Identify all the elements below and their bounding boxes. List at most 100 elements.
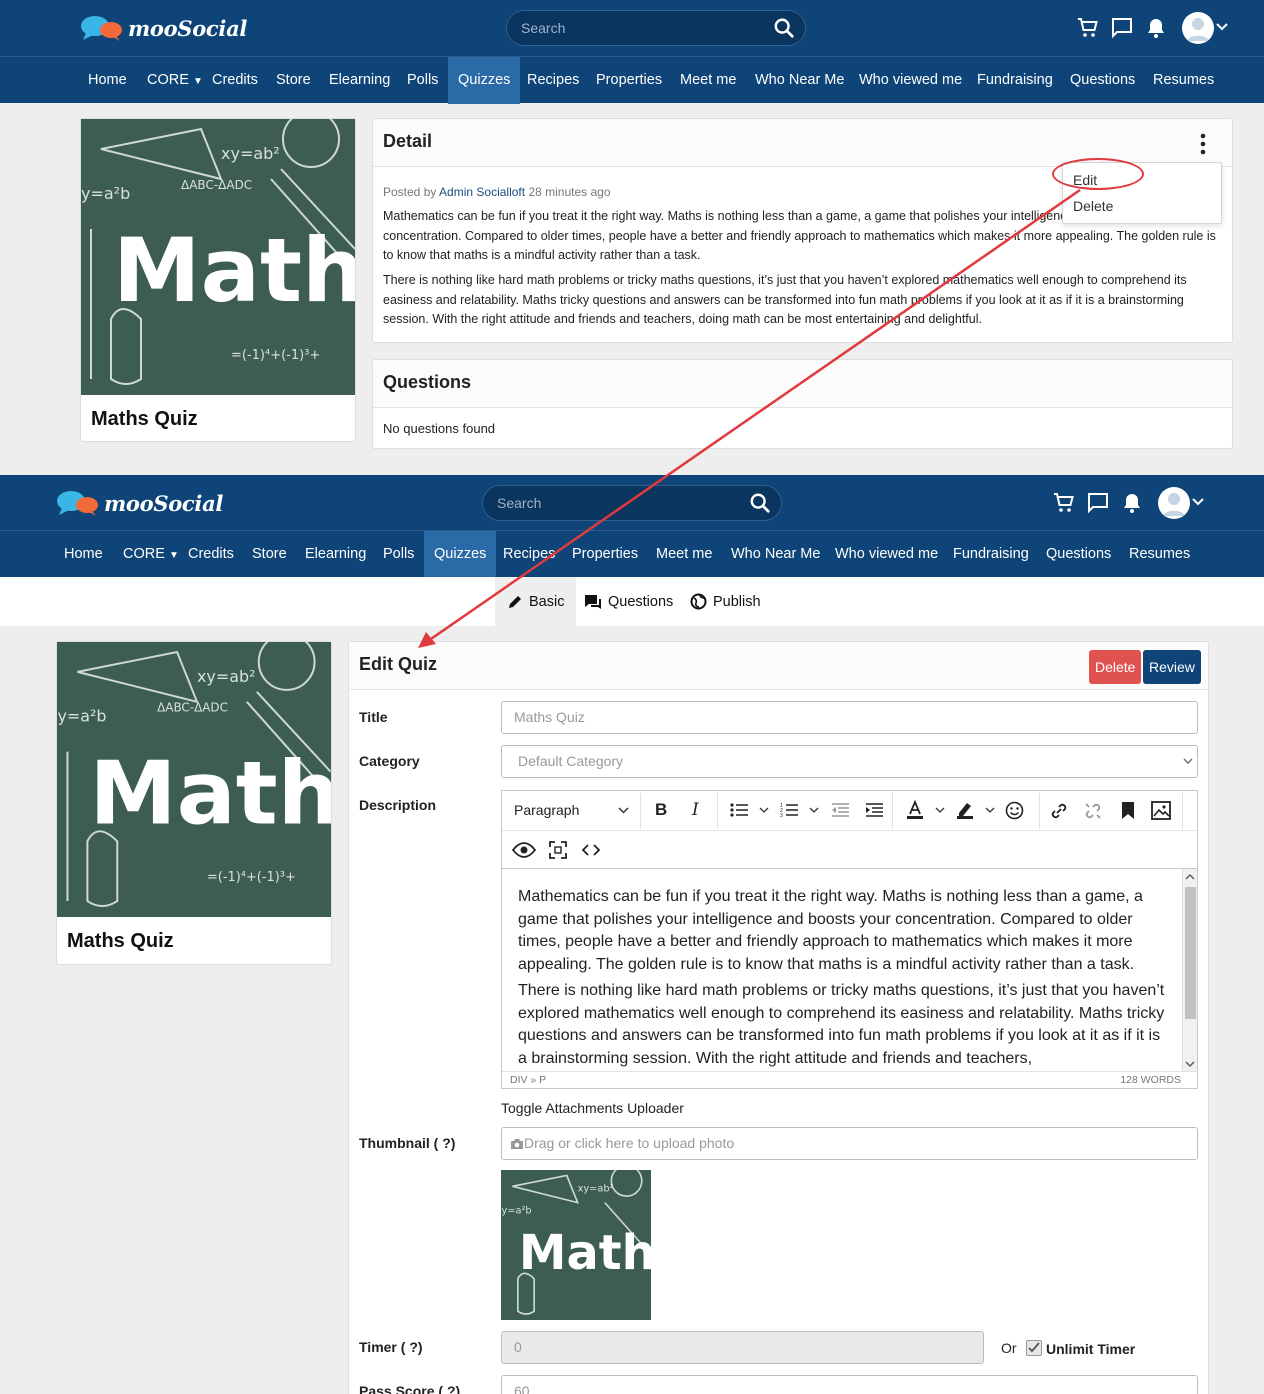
- numbered-list-icon[interactable]: 123: [780, 802, 798, 818]
- nav-item-who-viewed-me[interactable]: Who viewed me: [825, 531, 948, 578]
- category-select[interactable]: Default Category: [501, 745, 1198, 778]
- svg-text:ΔABC-ΔADC: ΔABC-ΔADC: [157, 701, 228, 715]
- nav-item-elearning[interactable]: Elearning: [319, 57, 400, 104]
- chevron-down-icon: [1183, 758, 1193, 764]
- logo[interactable]: mooSocial: [80, 13, 247, 43]
- title-input[interactable]: Maths Quiz: [501, 701, 1198, 734]
- timer-label: Timer ( ?): [359, 1339, 423, 1355]
- pass-score-input[interactable]: 60: [501, 1375, 1198, 1394]
- editor-scrollbar[interactable]: [1182, 869, 1197, 1072]
- nav-item-meet-me[interactable]: Meet me: [646, 531, 722, 578]
- editor-toolbar-2: [502, 831, 1197, 869]
- messages-icon[interactable]: [1086, 491, 1110, 515]
- indent-icon[interactable]: [865, 802, 883, 818]
- nav-item-who-viewed-me[interactable]: Who viewed me: [849, 57, 972, 104]
- search-icon[interactable]: [749, 492, 771, 514]
- nav-item-properties[interactable]: Properties: [586, 57, 672, 104]
- chevron-down-icon[interactable]: [759, 807, 769, 814]
- cart-icon[interactable]: [1052, 491, 1076, 515]
- photo-upload-dropzone[interactable]: Drag or click here to upload photo: [501, 1127, 1198, 1160]
- nav-item-quizzes[interactable]: Quizzes: [448, 57, 521, 104]
- scroll-up-icon[interactable]: [1185, 873, 1195, 880]
- chevron-down-icon[interactable]: [1216, 22, 1228, 32]
- nav-item-credits[interactable]: Credits: [202, 57, 268, 104]
- nav-item-meet-me[interactable]: Meet me: [670, 57, 746, 104]
- bell-icon[interactable]: [1144, 16, 1168, 40]
- block-format-value: Paragraph: [514, 802, 580, 818]
- timer-input[interactable]: 0: [501, 1331, 984, 1364]
- nav-item-fundraising[interactable]: Fundraising: [943, 531, 1039, 578]
- nav-item-polls[interactable]: Polls: [397, 57, 448, 104]
- text-color-icon[interactable]: [905, 800, 925, 820]
- toggle-attachments-link[interactable]: Toggle Attachments Uploader: [501, 1100, 684, 1116]
- search-input[interactable]: [521, 19, 751, 37]
- search-box[interactable]: [506, 10, 806, 46]
- delete-button[interactable]: Delete: [1089, 650, 1142, 684]
- nav-item-who-near-me[interactable]: Who Near Me: [745, 57, 854, 104]
- search-icon[interactable]: [773, 17, 795, 39]
- nav-item-home[interactable]: Home: [54, 531, 113, 578]
- bullet-list-icon[interactable]: [730, 802, 748, 818]
- chevron-down-icon[interactable]: [1192, 497, 1204, 507]
- nav-item-fundraising[interactable]: Fundraising: [967, 57, 1063, 104]
- nav-item-store[interactable]: Store: [242, 531, 297, 578]
- image-icon[interactable]: [1151, 801, 1171, 820]
- menu-item-delete[interactable]: Delete: [1073, 198, 1113, 214]
- bold-icon[interactable]: B: [655, 800, 667, 820]
- avatar[interactable]: [1158, 487, 1190, 519]
- search-box[interactable]: [482, 485, 782, 521]
- nav-item-recipes[interactable]: Recipes: [517, 57, 589, 104]
- nav-item-who-near-me[interactable]: Who Near Me: [721, 531, 830, 578]
- author-link[interactable]: Admin Socialloft: [439, 185, 525, 199]
- tab-basic[interactable]: Basic: [495, 577, 577, 626]
- editor-content[interactable]: Mathematics can be fun if you treat it t…: [502, 869, 1182, 1072]
- search-input[interactable]: [497, 494, 727, 512]
- nav-item-credits[interactable]: Credits: [178, 531, 244, 578]
- nav-item-properties[interactable]: Properties: [562, 531, 648, 578]
- source-code-icon[interactable]: [582, 843, 600, 857]
- nav-item-recipes[interactable]: Recipes: [493, 531, 565, 578]
- nav-item-resumes[interactable]: Resumes: [1119, 531, 1200, 578]
- chevron-down-icon[interactable]: [809, 807, 819, 814]
- scroll-down-icon[interactable]: [1185, 1061, 1195, 1068]
- cart-icon[interactable]: [1076, 16, 1100, 40]
- block-format-select[interactable]: Paragraph: [514, 802, 579, 818]
- review-button[interactable]: Review: [1143, 650, 1201, 684]
- messages-icon[interactable]: [1110, 16, 1134, 40]
- avatar[interactable]: [1182, 12, 1214, 44]
- nav-item-polls[interactable]: Polls: [373, 531, 424, 578]
- tab-publish[interactable]: Publish: [678, 577, 773, 626]
- nav-item-questions[interactable]: Questions: [1060, 57, 1145, 104]
- chevron-down-icon[interactable]: [935, 807, 945, 814]
- tab-label: Basic: [529, 593, 565, 610]
- logo[interactable]: mooSocial: [56, 488, 223, 518]
- tab-questions[interactable]: Questions: [572, 577, 685, 626]
- more-options-icon[interactable]: [1199, 133, 1207, 155]
- chevron-down-icon[interactable]: [985, 807, 995, 814]
- nav-item-quizzes[interactable]: Quizzes: [424, 531, 497, 578]
- nav-item-elearning[interactable]: Elearning: [295, 531, 376, 578]
- logo-text: mooSocial: [128, 15, 248, 41]
- editor-status-bar: DIV » P 128 WORDS: [502, 1071, 1197, 1088]
- nav-item-label: CORE: [147, 72, 189, 88]
- unlink-icon[interactable]: [1083, 801, 1103, 821]
- fullscreen-icon[interactable]: [549, 841, 567, 859]
- outdent-icon[interactable]: [831, 802, 849, 818]
- bell-icon[interactable]: [1120, 491, 1144, 515]
- scroll-thumb[interactable]: [1185, 887, 1196, 1019]
- italic-icon[interactable]: I: [692, 800, 699, 820]
- pass-score-label: Pass Score ( ?): [359, 1383, 461, 1394]
- nav-item-home[interactable]: Home: [78, 57, 137, 104]
- highlight-icon[interactable]: [955, 800, 975, 820]
- user-icon: [1187, 18, 1209, 41]
- emoji-icon[interactable]: [1005, 801, 1024, 820]
- link-icon[interactable]: [1049, 801, 1069, 821]
- unlimit-timer-checkbox[interactable]: [1026, 1340, 1042, 1356]
- nav-item-store[interactable]: Store: [266, 57, 321, 104]
- nav-item-questions[interactable]: Questions: [1036, 531, 1121, 578]
- bookmark-icon[interactable]: [1121, 801, 1135, 820]
- preview-eye-icon[interactable]: [512, 841, 536, 859]
- math-chalkboard-icon: xy=ab² y=a²b ΔABC-ΔADC =(-1)⁴+(-1)³+ Math: [57, 642, 331, 917]
- nav-item-resumes[interactable]: Resumes: [1143, 57, 1224, 104]
- annotation-circle: [1052, 158, 1144, 190]
